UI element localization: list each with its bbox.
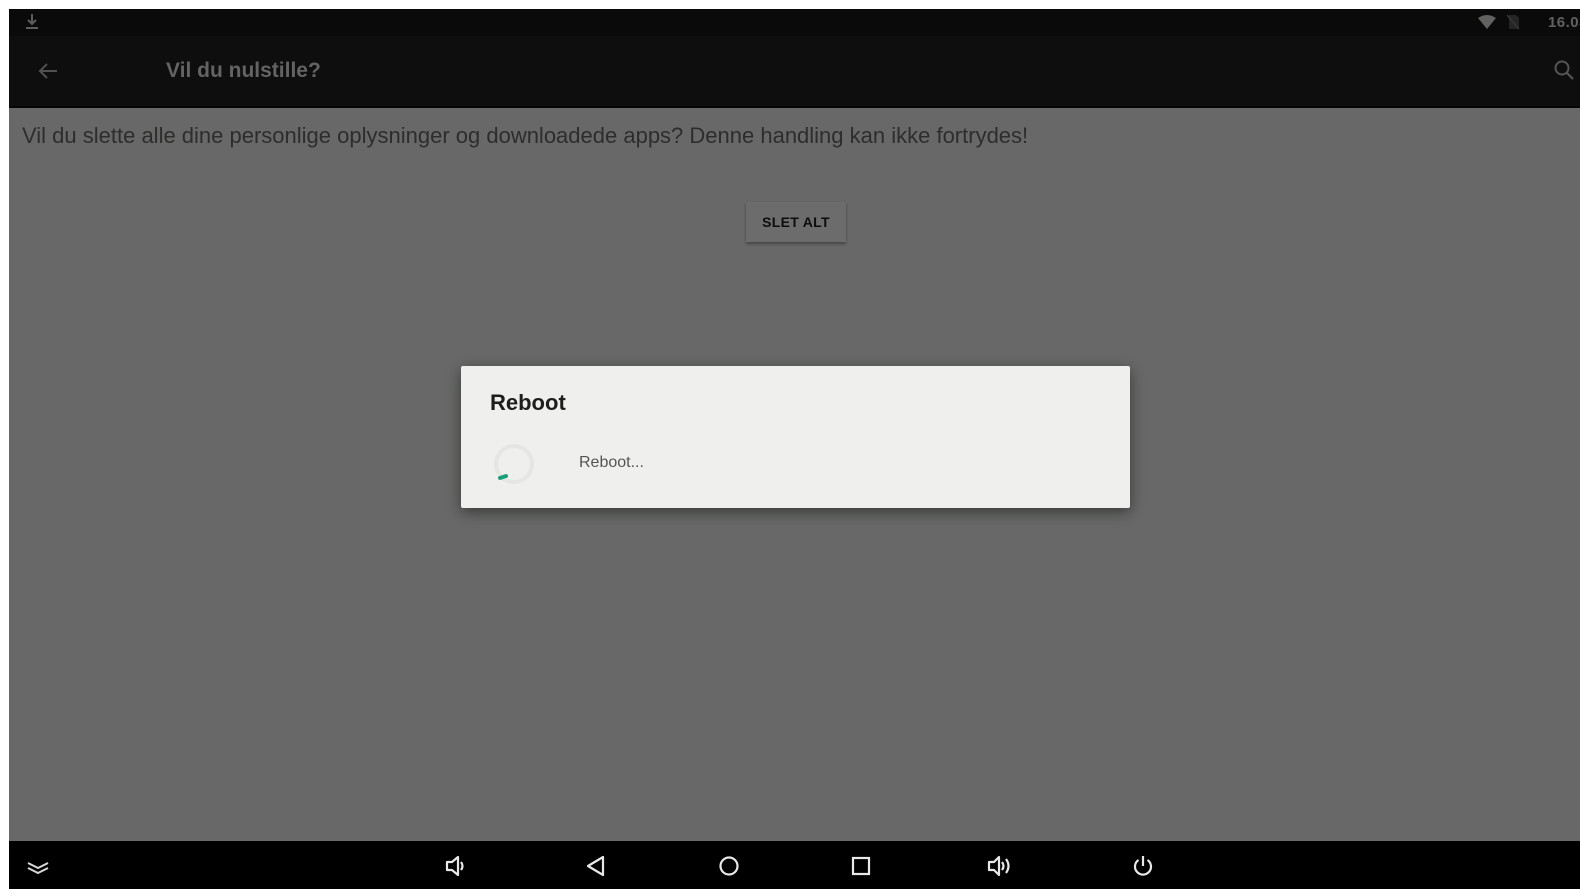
- dialog-message: Reboot...: [579, 454, 644, 471]
- progress-spinner-icon: [490, 440, 538, 488]
- navigation-bar: [9, 841, 1580, 889]
- hide-bar-icon[interactable]: [25, 853, 51, 879]
- home-icon[interactable]: [716, 853, 742, 879]
- volume-down-icon[interactable]: [443, 853, 469, 879]
- android-screen: 16.03 Vil du nulstille? Vil du slette al…: [9, 9, 1580, 889]
- recents-icon[interactable]: [848, 853, 874, 879]
- power-icon[interactable]: [1130, 853, 1156, 879]
- dialog-title: Reboot: [490, 390, 566, 415]
- reboot-dialog: Reboot Reboot...: [461, 366, 1130, 508]
- volume-up-icon[interactable]: [987, 853, 1013, 879]
- back-icon[interactable]: [583, 853, 609, 879]
